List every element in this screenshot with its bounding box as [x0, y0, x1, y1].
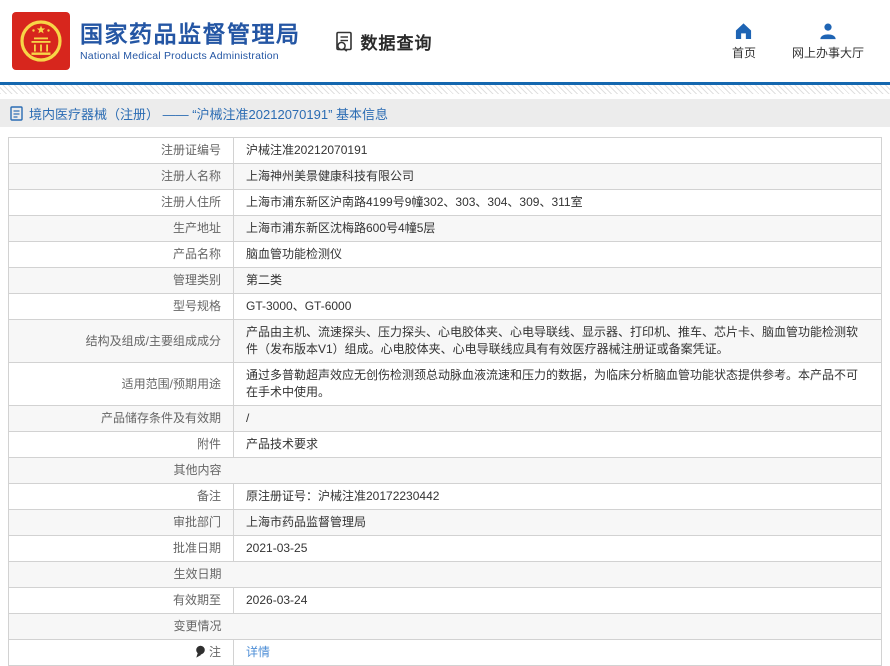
row-value: [233, 457, 882, 484]
nmpa-logo: [12, 12, 70, 70]
row-label: 管理类别: [8, 267, 234, 294]
row-label: 有效期至: [8, 587, 234, 614]
row-label: 产品储存条件及有效期: [8, 405, 234, 432]
row-label: 变更情况: [8, 613, 234, 640]
header-nav: 首页 网上办事大厅: [732, 22, 864, 61]
table-row: 适用范围/预期用途 通过多普勒超声效应无创伤检测颈总动脉血液流速和压力的数据，为临…: [8, 362, 882, 406]
row-label: 附件: [8, 431, 234, 458]
breadcrumb: 境内医疗器械（注册） —— “沪械注准20212070191” 基本信息: [29, 106, 389, 122]
row-value: 沪械注准20212070191: [233, 137, 882, 164]
table-row: 其他内容: [8, 457, 882, 484]
table-row: 附件 产品技术要求: [8, 431, 882, 458]
table-row: 注册证编号 沪械注准20212070191: [8, 137, 882, 164]
table-row: 产品储存条件及有效期 /: [8, 405, 882, 432]
row-value: 脑血管功能检测仪: [233, 241, 882, 268]
row-label: 其他内容: [8, 457, 234, 484]
table-row: 变更情况: [8, 613, 882, 640]
user-icon: [820, 23, 836, 39]
table-row: 生产地址 上海市浦东新区沈梅路600号4幢5层: [8, 215, 882, 242]
registration-info-table: 注册证编号 沪械注准20212070191 注册人名称 上海神州美景健康科技有限公司注…: [8, 137, 882, 666]
row-label: 结构及组成/主要组成成分: [8, 319, 234, 363]
row-value: 产品由主机、流速探头、压力探头、心电胶体夹、心电导联线、显示器、打印机、推车、芯…: [233, 319, 882, 363]
document-search-icon: [335, 31, 352, 52]
nav-item-home[interactable]: 首页: [732, 22, 756, 61]
row-label: 注册证编号: [8, 137, 234, 164]
row-label: 批准日期: [8, 535, 234, 562]
row-value: 通过多普勒超声效应无创伤检测颈总动脉血液流速和压力的数据，为临床分析脑血管功能状…: [233, 362, 882, 406]
row-value: 上海市浦东新区沪南路4199号9幢302、303、304、309、311室: [233, 189, 882, 216]
row-value: /: [233, 405, 882, 432]
row-label: 型号规格: [8, 293, 234, 320]
breadcrumb-bar: 境内医疗器械（注册） —— “沪械注准20212070191” 基本信息: [0, 99, 890, 127]
data-query-section[interactable]: 数据查询: [333, 29, 433, 54]
home-icon: [736, 22, 752, 39]
row-value: 2021-03-25: [233, 535, 882, 562]
nav-item-service-hall[interactable]: 网上办事大厅: [792, 22, 864, 61]
row-value: GT-3000、GT-6000: [233, 293, 882, 320]
info-table-body: 注册证编号 沪械注准20212070191 注册人名称 上海神州美景健康科技有限公司注…: [8, 137, 882, 666]
row-value: 产品技术要求: [233, 431, 882, 458]
row-value: 原注册证号：沪械注准20172230442: [233, 483, 882, 510]
row-value: 上海市药品监督管理局: [233, 509, 882, 536]
brand-title-en: National Medical Products Administration: [80, 49, 279, 62]
row-label: 备注: [8, 483, 234, 510]
brand-title-cn: 国家药品监督管理局: [80, 20, 301, 47]
row-value: 上海神州美景健康科技有限公司: [233, 163, 882, 190]
row-value: [233, 561, 882, 588]
row-label: 生效日期: [8, 561, 234, 588]
table-row: 结构及组成/主要组成成分 产品由主机、流速探头、压力探头、心电胶体夹、心电导联线、…: [8, 319, 882, 363]
detail-link[interactable]: 详情: [246, 645, 270, 659]
table-row: 生效日期: [8, 561, 882, 588]
page-header: 国家药品监督管理局 National Medical Products Admi…: [0, 0, 890, 82]
national-emblem-icon: [20, 20, 62, 62]
row-label: 审批部门: [8, 509, 234, 536]
table-row: 型号规格 GT-3000、GT-6000: [8, 293, 882, 320]
brand-block: 国家药品监督管理局 National Medical Products Admi…: [80, 21, 301, 62]
table-row: 产品名称 脑血管功能检测仪: [8, 241, 882, 268]
hatch-pattern-strip: [0, 85, 890, 94]
table-row: 注册人名称 上海神州美景健康科技有限公司: [8, 163, 882, 190]
table-row: 备注 原注册证号：沪械注准20172230442: [8, 483, 882, 510]
row-value: 上海市浦东新区沈梅路600号4幢5层: [233, 215, 882, 242]
row-label: 注册人名称: [8, 163, 234, 190]
table-row: 注册人住所 上海市浦东新区沪南路4199号9幢302、303、304、309、31…: [8, 189, 882, 216]
section-title: 数据查询: [360, 33, 433, 53]
row-value: [233, 613, 882, 640]
table-row: 管理类别 第二类: [8, 267, 882, 294]
row-label: 生产地址: [8, 215, 234, 242]
row-label: 注册人住所: [8, 189, 234, 216]
table-row: 有效期至 2026-03-24: [8, 587, 882, 614]
nav-label: 网上办事大厅: [791, 45, 864, 60]
nav-label: 首页: [731, 45, 756, 60]
row-label: 适用范围/预期用途: [8, 362, 234, 406]
row-label: 产品名称: [8, 241, 234, 268]
table-row: 批准日期 2021-03-25: [8, 535, 882, 562]
note-balloon-icon: [196, 645, 205, 658]
page-doc-icon: [10, 105, 23, 121]
row-value: 第二类: [233, 267, 882, 294]
registration-info-table-wrap: 注册证编号 沪械注准20212070191 注册人名称 上海神州美景健康科技有限公司注…: [8, 137, 882, 666]
row-value: 2026-03-24: [233, 587, 882, 614]
table-row: 审批部门 上海市药品监督管理局: [8, 509, 882, 536]
